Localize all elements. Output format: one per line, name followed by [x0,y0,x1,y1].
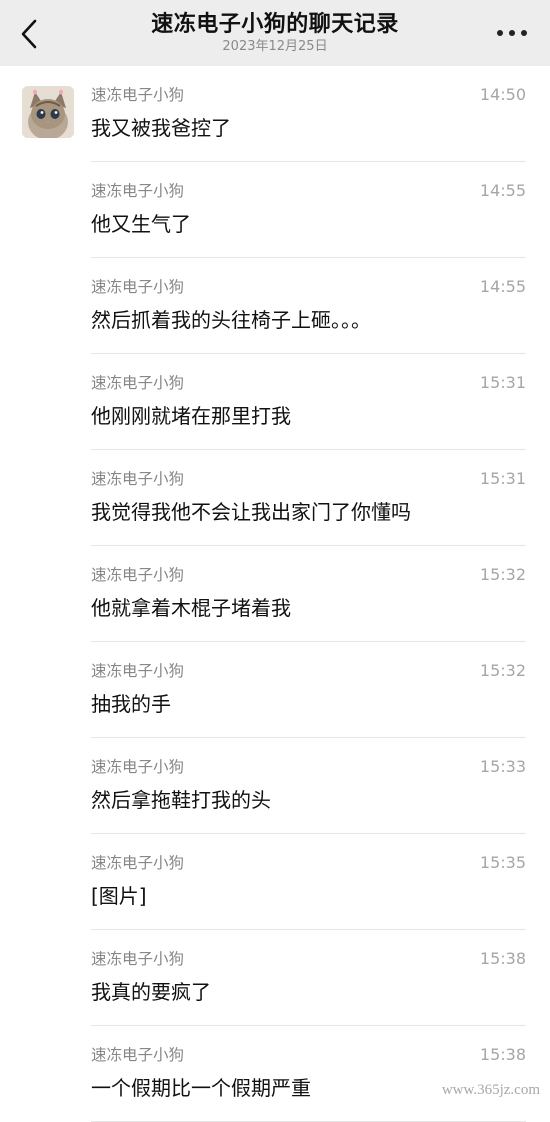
message-time: 15:35 [479,853,526,872]
sender-name: 速冻电子小狗 [91,470,185,488]
message-text: 他刚刚就堵在那里打我 [91,404,291,428]
message-item[interactable]: 速冻电子小狗 14:55 然后抓着我的头往椅子上砸。。。 [0,258,550,354]
sender-name: 速冻电子小狗 [91,566,185,584]
sender-name: 速冻电子小狗 [91,182,185,200]
message-time: 15:33 [479,757,526,776]
message-text: 一个假期比一个假期严重 [91,1076,311,1100]
more-dots-icon[interactable] [496,23,528,43]
message-text: 然后抓着我的头往椅子上砸。。。 [91,308,371,332]
chat-date: 2023年12月25日 [222,39,328,54]
sender-name: 速冻电子小狗 [91,278,185,296]
message-text: [图片] [91,884,147,908]
sender-name: 速冻电子小狗 [91,854,185,872]
watermark-text: www.365jz.com [441,1082,540,1098]
message-time: 14:55 [479,181,526,200]
sender-name: 速冻电子小狗 [91,374,185,392]
message-item[interactable]: 速冻电子小狗 15:31 我觉得我他不会让我出家门了你懂吗 [0,450,550,546]
message-item[interactable]: 速冻电子小狗 15:38 一个假期比一个假期严重 [0,1026,550,1122]
message-item[interactable]: 速冻电子小狗 14:50 我又被我爸控了 [0,66,550,162]
message-item[interactable]: 速冻电子小狗 15:38 我真的要疯了 [0,930,550,1026]
message-item[interactable]: 速冻电子小狗 15:32 他就拿着木棍子堵着我 [0,546,550,642]
message-time: 14:50 [479,85,526,104]
message-time: 14:55 [479,277,526,296]
sender-name: 速冻电子小狗 [91,950,185,968]
chat-history-header: 速冻电子小狗的聊天记录 2023年12月25日 [0,0,550,66]
message-item[interactable]: 速冻电子小狗 15:31 他刚刚就堵在那里打我 [0,354,550,450]
message-text: 他又生气了 [91,212,191,236]
message-time: 15:32 [479,565,526,584]
message-list: 速冻电子小狗 14:50 我又被我爸控了 速冻电子小狗 14:55 他又生气了 … [0,66,550,1122]
page-title: 速冻电子小狗的聊天记录 [151,12,399,37]
message-text: 他就拿着木棍子堵着我 [91,596,291,620]
message-time: 15:38 [479,1045,526,1064]
message-time: 15:38 [479,949,526,968]
sender-name: 速冻电子小狗 [91,86,185,104]
message-text: 我觉得我他不会让我出家门了你懂吗 [91,500,411,524]
message-text: 我又被我爸控了 [91,116,231,140]
sender-name: 速冻电子小狗 [91,662,185,680]
message-item[interactable]: 速冻电子小狗 15:32 抽我的手 [0,642,550,738]
message-time: 15:31 [479,469,526,488]
message-text: 抽我的手 [91,692,171,716]
message-time: 15:32 [479,661,526,680]
cat-avatar[interactable] [22,86,74,138]
message-item[interactable]: 速冻电子小狗 15:35 [图片] [0,834,550,930]
sender-name: 速冻电子小狗 [91,1046,185,1064]
message-item[interactable]: 速冻电子小狗 14:55 他又生气了 [0,162,550,258]
message-text: 然后拿拖鞋打我的头 [91,788,271,812]
sender-name: 速冻电子小狗 [91,758,185,776]
message-item[interactable]: 速冻电子小狗 15:33 然后拿拖鞋打我的头 [0,738,550,834]
message-text: 我真的要疯了 [91,980,211,1004]
message-time: 15:31 [479,373,526,392]
